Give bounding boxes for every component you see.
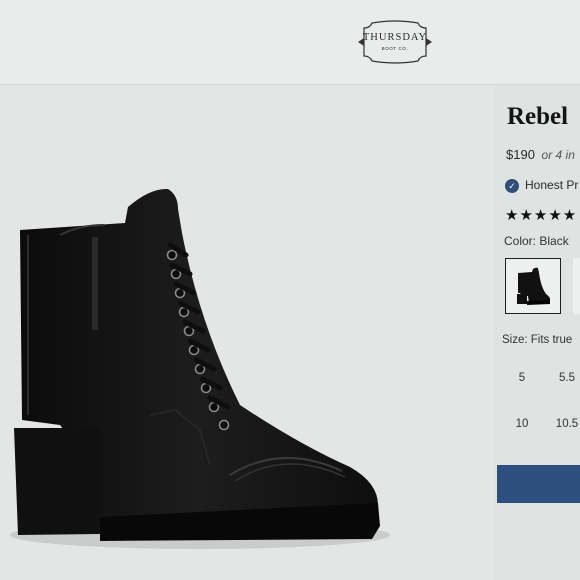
size-option-10-5[interactable]: 10.5: [549, 408, 580, 440]
honest-pricing-label: Honest Pr: [525, 178, 579, 192]
boot-thumbnail-icon: [517, 267, 550, 305]
boot-thumbnail-icon-2: [573, 258, 580, 314]
product-details-panel: Rebel $190 or 4 in ✓ Honest Pr ★★★★★ Colo…: [495, 85, 580, 580]
price-row: $190 or 4 in: [506, 147, 575, 162]
rating-stars[interactable]: ★★★★★: [505, 206, 577, 224]
product-title: Rebel: [507, 103, 569, 130]
product-price: $190: [506, 147, 535, 162]
color-label: Color: Black: [504, 234, 569, 248]
boot-icon: [10, 188, 390, 549]
color-swatch-black[interactable]: [505, 258, 561, 314]
site-header: THURSDAY BOOT CO.: [0, 0, 580, 85]
add-to-cart-button[interactable]: [497, 465, 580, 503]
size-option-5-5[interactable]: 5.5: [549, 362, 580, 394]
honest-pricing-badge[interactable]: ✓ Honest Pr: [505, 178, 578, 193]
check-badge-icon: ✓: [505, 178, 519, 193]
installments-text[interactable]: or 4 in: [542, 148, 575, 162]
size-option-5[interactable]: 5: [504, 362, 540, 394]
size-label: Size: Fits true: [502, 334, 573, 346]
brand-tagline: BOOT CO.: [381, 46, 409, 51]
brand-logo[interactable]: THURSDAY BOOT CO.: [354, 18, 436, 66]
brand-name: THURSDAY: [362, 32, 428, 43]
color-swatch-2[interactable]: [573, 258, 580, 314]
size-option-10[interactable]: 10: [504, 408, 540, 440]
product-image[interactable]: [0, 85, 495, 580]
